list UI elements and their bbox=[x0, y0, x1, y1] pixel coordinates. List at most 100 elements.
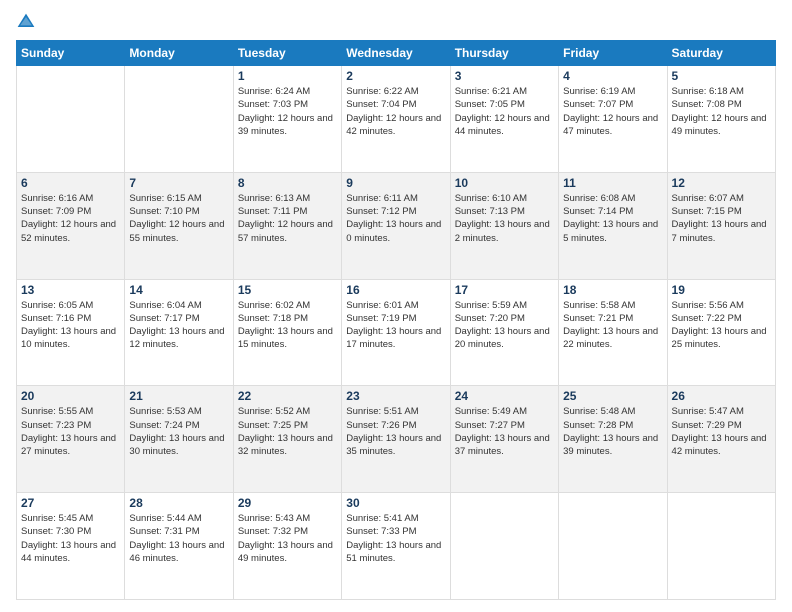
day-header-thursday: Thursday bbox=[450, 41, 558, 66]
day-number: 23 bbox=[346, 389, 445, 403]
day-info: Sunrise: 5:45 AM Sunset: 7:30 PM Dayligh… bbox=[21, 512, 120, 565]
day-info: Sunrise: 5:56 AM Sunset: 7:22 PM Dayligh… bbox=[672, 299, 771, 352]
logo-icon bbox=[16, 12, 36, 32]
calendar-table: SundayMondayTuesdayWednesdayThursdayFrid… bbox=[16, 40, 776, 600]
calendar-cell: 25Sunrise: 5:48 AM Sunset: 7:28 PM Dayli… bbox=[559, 386, 667, 493]
day-number: 19 bbox=[672, 283, 771, 297]
day-number: 22 bbox=[238, 389, 337, 403]
calendar-cell bbox=[125, 66, 233, 173]
calendar-cell: 28 Sunrise: 5:44 AM Sunset: 7:31 PM Dayli… bbox=[125, 493, 233, 600]
calendar-cell: 21 Sunrise: 5:53 AM Sunset: 7:24 PM Dayli… bbox=[125, 386, 233, 493]
calendar-cell: 19 Sunrise: 5:56 AM Sunset: 7:22 PM Dayli… bbox=[667, 279, 775, 386]
day-info: Sunrise: 5:58 AM Sunset: 7:21 PM Dayligh… bbox=[563, 299, 662, 352]
day-info: Sunrise: 5:51 AM Sunset: 7:26 PM Dayligh… bbox=[346, 405, 445, 458]
day-number: 4 bbox=[563, 69, 662, 83]
calendar-cell: 29 Sunrise: 5:43 AM Sunset: 7:32 PM Dayli… bbox=[233, 493, 341, 600]
calendar-cell: 5 Sunrise: 6:18 AM Sunset: 7:08 PM Daylig… bbox=[667, 66, 775, 173]
calendar-cell bbox=[17, 66, 125, 173]
day-number: 30 bbox=[346, 496, 445, 510]
day-number: 12 bbox=[672, 176, 771, 190]
day-info: Sunrise: 6:15 AM Sunset: 7:10 PM Dayligh… bbox=[129, 192, 228, 245]
week-row-0: 1 Sunrise: 6:24 AM Sunset: 7:03 PM Daylig… bbox=[17, 66, 776, 173]
day-info: Sunrise: 6:21 AM Sunset: 7:05 PM Dayligh… bbox=[455, 85, 554, 138]
calendar-cell: 17Sunrise: 5:59 AM Sunset: 7:20 PM Dayli… bbox=[450, 279, 558, 386]
calendar-cell: 30 Sunrise: 5:41 AM Sunset: 7:33 PM Dayli… bbox=[342, 493, 450, 600]
day-number: 3 bbox=[455, 69, 554, 83]
week-row-4: 27 Sunrise: 5:45 AM Sunset: 7:30 PM Dayli… bbox=[17, 493, 776, 600]
day-number: 21 bbox=[129, 389, 228, 403]
week-row-2: 13 Sunrise: 6:05 AM Sunset: 7:16 PM Dayli… bbox=[17, 279, 776, 386]
day-info: Sunrise: 6:11 AM Sunset: 7:12 PM Dayligh… bbox=[346, 192, 445, 245]
day-number: 28 bbox=[129, 496, 228, 510]
day-info: Sunrise: 6:01 AM Sunset: 7:19 PM Dayligh… bbox=[346, 299, 445, 352]
day-info: Sunrise: 6:02 AM Sunset: 7:18 PM Dayligh… bbox=[238, 299, 337, 352]
calendar-cell: 20 Sunrise: 5:55 AM Sunset: 7:23 PM Dayli… bbox=[17, 386, 125, 493]
calendar-cell: 12 Sunrise: 6:07 AM Sunset: 7:15 PM Dayli… bbox=[667, 172, 775, 279]
day-info: Sunrise: 5:47 AM Sunset: 7:29 PM Dayligh… bbox=[672, 405, 771, 458]
day-info: Sunrise: 5:43 AM Sunset: 7:32 PM Dayligh… bbox=[238, 512, 337, 565]
calendar-cell: 9 Sunrise: 6:11 AM Sunset: 7:12 PM Daylig… bbox=[342, 172, 450, 279]
day-header-sunday: Sunday bbox=[17, 41, 125, 66]
day-info: Sunrise: 6:16 AM Sunset: 7:09 PM Dayligh… bbox=[21, 192, 120, 245]
calendar-cell: 4 Sunrise: 6:19 AM Sunset: 7:07 PM Daylig… bbox=[559, 66, 667, 173]
day-info: Sunrise: 6:24 AM Sunset: 7:03 PM Dayligh… bbox=[238, 85, 337, 138]
calendar-cell: 3 Sunrise: 6:21 AM Sunset: 7:05 PM Daylig… bbox=[450, 66, 558, 173]
day-info: Sunrise: 5:59 AM Sunset: 7:20 PM Dayligh… bbox=[455, 299, 554, 352]
day-number: 15 bbox=[238, 283, 337, 297]
day-info: Sunrise: 6:04 AM Sunset: 7:17 PM Dayligh… bbox=[129, 299, 228, 352]
calendar-cell: 27 Sunrise: 5:45 AM Sunset: 7:30 PM Dayli… bbox=[17, 493, 125, 600]
day-number: 18 bbox=[563, 283, 662, 297]
calendar-cell: 6 Sunrise: 6:16 AM Sunset: 7:09 PM Daylig… bbox=[17, 172, 125, 279]
day-number: 24 bbox=[455, 389, 554, 403]
logo bbox=[16, 12, 40, 32]
day-number: 8 bbox=[238, 176, 337, 190]
day-number: 7 bbox=[129, 176, 228, 190]
day-info: Sunrise: 5:41 AM Sunset: 7:33 PM Dayligh… bbox=[346, 512, 445, 565]
day-info: Sunrise: 6:13 AM Sunset: 7:11 PM Dayligh… bbox=[238, 192, 337, 245]
calendar-cell: 15 Sunrise: 6:02 AM Sunset: 7:18 PM Dayli… bbox=[233, 279, 341, 386]
day-info: Sunrise: 6:08 AM Sunset: 7:14 PM Dayligh… bbox=[563, 192, 662, 245]
day-number: 27 bbox=[21, 496, 120, 510]
day-number: 10 bbox=[455, 176, 554, 190]
day-info: Sunrise: 5:52 AM Sunset: 7:25 PM Dayligh… bbox=[238, 405, 337, 458]
day-info: Sunrise: 6:22 AM Sunset: 7:04 PM Dayligh… bbox=[346, 85, 445, 138]
day-info: Sunrise: 6:19 AM Sunset: 7:07 PM Dayligh… bbox=[563, 85, 662, 138]
day-number: 6 bbox=[21, 176, 120, 190]
calendar-cell: 18 Sunrise: 5:58 AM Sunset: 7:21 PM Dayli… bbox=[559, 279, 667, 386]
day-header-tuesday: Tuesday bbox=[233, 41, 341, 66]
header bbox=[16, 12, 776, 32]
day-info: Sunrise: 6:05 AM Sunset: 7:16 PM Dayligh… bbox=[21, 299, 120, 352]
day-number: 29 bbox=[238, 496, 337, 510]
day-number: 9 bbox=[346, 176, 445, 190]
day-number: 13 bbox=[21, 283, 120, 297]
day-info: Sunrise: 5:55 AM Sunset: 7:23 PM Dayligh… bbox=[21, 405, 120, 458]
week-row-1: 6 Sunrise: 6:16 AM Sunset: 7:09 PM Daylig… bbox=[17, 172, 776, 279]
calendar-cell: 11 Sunrise: 6:08 AM Sunset: 7:14 PM Dayli… bbox=[559, 172, 667, 279]
calendar-cell: 22 Sunrise: 5:52 AM Sunset: 7:25 PM Dayli… bbox=[233, 386, 341, 493]
day-number: 16 bbox=[346, 283, 445, 297]
day-number: 1 bbox=[238, 69, 337, 83]
calendar-cell: 23 Sunrise: 5:51 AM Sunset: 7:26 PM Dayli… bbox=[342, 386, 450, 493]
day-number: 26 bbox=[672, 389, 771, 403]
calendar-cell: 16 Sunrise: 6:01 AM Sunset: 7:19 PM Dayli… bbox=[342, 279, 450, 386]
day-header-friday: Friday bbox=[559, 41, 667, 66]
calendar-cell: 10Sunrise: 6:10 AM Sunset: 7:13 PM Dayli… bbox=[450, 172, 558, 279]
day-info: Sunrise: 6:18 AM Sunset: 7:08 PM Dayligh… bbox=[672, 85, 771, 138]
day-header-saturday: Saturday bbox=[667, 41, 775, 66]
calendar-cell: 7 Sunrise: 6:15 AM Sunset: 7:10 PM Daylig… bbox=[125, 172, 233, 279]
day-number: 11 bbox=[563, 176, 662, 190]
calendar-cell bbox=[450, 493, 558, 600]
calendar-header-row: SundayMondayTuesdayWednesdayThursdayFrid… bbox=[17, 41, 776, 66]
day-info: Sunrise: 5:48 AM Sunset: 7:28 PM Dayligh… bbox=[563, 405, 662, 458]
calendar-cell bbox=[667, 493, 775, 600]
calendar-cell: 24Sunrise: 5:49 AM Sunset: 7:27 PM Dayli… bbox=[450, 386, 558, 493]
page: SundayMondayTuesdayWednesdayThursdayFrid… bbox=[0, 0, 792, 612]
day-number: 20 bbox=[21, 389, 120, 403]
day-header-monday: Monday bbox=[125, 41, 233, 66]
day-info: Sunrise: 5:44 AM Sunset: 7:31 PM Dayligh… bbox=[129, 512, 228, 565]
day-number: 14 bbox=[129, 283, 228, 297]
day-number: 5 bbox=[672, 69, 771, 83]
week-row-3: 20 Sunrise: 5:55 AM Sunset: 7:23 PM Dayli… bbox=[17, 386, 776, 493]
day-info: Sunrise: 5:53 AM Sunset: 7:24 PM Dayligh… bbox=[129, 405, 228, 458]
day-info: Sunrise: 6:07 AM Sunset: 7:15 PM Dayligh… bbox=[672, 192, 771, 245]
